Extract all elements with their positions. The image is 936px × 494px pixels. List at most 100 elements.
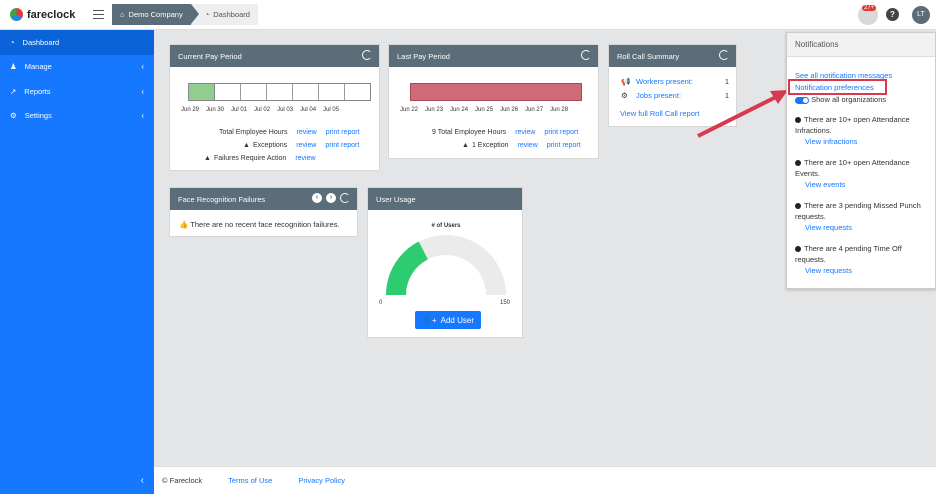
notification-text: There are 4 pending Time Off requests.: [795, 244, 902, 264]
notification-link[interactable]: View infractions: [795, 136, 927, 147]
logo-icon: [10, 8, 23, 21]
sidebar-item-settings[interactable]: ⚙ Settings ‹: [0, 104, 154, 129]
date-label: Jul 02: [254, 107, 271, 113]
period-day-cells: [214, 84, 370, 100]
face-recognition-card: Face Recognition Failures ‹ › 👍 There ar…: [169, 187, 358, 237]
notification-link[interactable]: View events: [795, 179, 927, 190]
notification-text: There are 10+ open Attendance Events.: [795, 158, 910, 178]
notifications-title: Notifications: [787, 33, 935, 57]
date-label: Jun 29: [181, 107, 200, 113]
print-report-link[interactable]: print report: [547, 142, 581, 149]
card-header: Roll Call Summary: [609, 45, 736, 67]
user-icon: ♟: [10, 62, 17, 72]
dashboard-icon: ◔: [10, 37, 15, 47]
gear-icon: ⚙: [10, 111, 17, 121]
chevron-left-icon: ‹: [141, 62, 144, 72]
notification-text: There are 10+ open Attendance Infraction…: [795, 115, 910, 135]
notification-link[interactable]: View requests: [795, 265, 927, 276]
home-icon: ⌂: [120, 10, 125, 19]
date-label: Jun 27: [525, 107, 544, 113]
sidebar-item-manage[interactable]: ♟ Manage ‹: [0, 55, 154, 80]
last-period-bar: [410, 83, 582, 101]
menu-toggle-icon[interactable]: [93, 10, 104, 19]
notification-link[interactable]: View requests: [795, 222, 927, 233]
date-label: Jul 05: [323, 107, 340, 113]
collapse-sidebar-icon[interactable]: ‹: [0, 466, 154, 494]
review-link[interactable]: review: [518, 142, 538, 149]
sidebar-item-label: Manage: [24, 62, 52, 72]
refresh-icon[interactable]: [581, 50, 591, 60]
review-link[interactable]: review: [296, 129, 316, 136]
alert-icon: [795, 117, 801, 124]
megaphone-icon: 📢: [621, 77, 631, 86]
card-header: Last Pay Period: [389, 45, 598, 67]
add-user-button[interactable]: 👤+ Add User: [415, 311, 481, 329]
user-usage-card: User Usage # of Users 0 150 👤+ Add User: [367, 187, 523, 338]
full-roll-call-report-link[interactable]: View full Roll Call report: [620, 109, 699, 118]
terms-link[interactable]: Terms of Use: [228, 476, 272, 485]
add-user-label: Add User: [440, 315, 474, 325]
sidebar-item-label: Dashboard: [22, 37, 60, 47]
notification-item: There are 4 pending Time Off requests. V…: [795, 243, 927, 276]
review-link[interactable]: review: [295, 155, 315, 162]
refresh-icon[interactable]: [719, 50, 729, 60]
date-label: Jun 22: [400, 107, 419, 113]
workers-present-link[interactable]: Workers present:: [636, 77, 693, 86]
help-icon[interactable]: ?: [886, 8, 899, 21]
card-title: Last Pay Period: [397, 51, 450, 61]
print-report-link[interactable]: print report: [326, 129, 360, 136]
review-link[interactable]: review: [296, 142, 316, 149]
card-title: Face Recognition Failures: [178, 194, 266, 204]
preferences-highlight-box: [788, 79, 887, 95]
show-all-organizations-toggle[interactable]: [795, 96, 809, 104]
date-label: Jul 03: [277, 107, 294, 113]
warning-icon: ▲: [243, 142, 250, 149]
sitemap-icon: ⚙: [621, 91, 628, 100]
warning-icon: ▲: [204, 155, 211, 162]
thumbs-up-icon: 👍: [179, 220, 189, 229]
date-label: Jul 01: [231, 107, 248, 113]
next-icon[interactable]: ›: [326, 193, 336, 203]
exceptions-row: ▲ 1 Exception review print report: [462, 142, 581, 149]
previous-icon[interactable]: ‹: [312, 193, 322, 203]
breadcrumb-dashboard[interactable]: ◔ Dashboard: [190, 4, 258, 25]
user-usage-gauge: [386, 235, 506, 295]
date-label: Jun 24: [450, 107, 469, 113]
alert-icon: [795, 246, 801, 253]
row-label: Total Employee Hours: [219, 129, 288, 136]
breadcrumb-company[interactable]: ⌂ Demo Company: [112, 4, 199, 25]
date-label: Jun 30: [206, 107, 225, 113]
refresh-icon[interactable]: [340, 193, 350, 203]
privacy-link[interactable]: Privacy Policy: [298, 476, 345, 485]
toggle-label: Show all organizations: [811, 95, 887, 104]
sidebar-item-label: Reports: [24, 86, 51, 96]
warning-icon: ▲: [462, 142, 469, 149]
jobs-present-link[interactable]: Jobs present:: [636, 91, 681, 100]
date-label: Jul 04: [300, 107, 317, 113]
show-all-organizations-toggle-row: Show all organizations: [795, 95, 927, 104]
exceptions-row: ▲ Exceptions review print report: [243, 142, 359, 149]
breadcrumb: ⌂ Demo Company ◔ Dashboard: [112, 4, 258, 25]
sidebar-item-reports[interactable]: ↗ Reports ‹: [0, 79, 154, 104]
current-pay-period-card: Current Pay Period Jun 29 Jun 30 Jul 01 …: [169, 44, 380, 171]
date-label: Jun 28: [550, 107, 569, 113]
period-progress-fill: [189, 84, 214, 100]
gauge-label: # of Users: [431, 223, 461, 229]
app-logo[interactable]: fareclock: [10, 8, 75, 21]
add-user-icon: 👤+: [422, 315, 437, 325]
total-hours-row: 9 Total Employee Hours review print repo…: [432, 129, 578, 136]
message-text: There are no recent face recognition fai…: [190, 220, 340, 229]
chevron-left-icon: ‹: [141, 86, 144, 96]
print-report-link[interactable]: print report: [325, 142, 359, 149]
sidebar-item-dashboard[interactable]: ◔ Dashboard: [0, 30, 154, 55]
refresh-icon[interactable]: [362, 50, 372, 60]
card-title: User Usage: [376, 194, 416, 204]
current-period-dates: Jun 29 Jun 30 Jul 01 Jul 02 Jul 03 Jul 0…: [181, 107, 339, 113]
print-report-link[interactable]: print report: [544, 129, 578, 136]
card-header: Face Recognition Failures ‹ ›: [170, 188, 357, 210]
sidebar: ◔ Dashboard ♟ Manage ‹ ↗ Reports ‹ ⚙ Set…: [0, 30, 154, 494]
row-label: 9 Total Employee Hours: [432, 129, 507, 136]
user-avatar[interactable]: LT: [912, 6, 930, 24]
review-link[interactable]: review: [515, 129, 535, 136]
card-title: Current Pay Period: [178, 51, 242, 61]
